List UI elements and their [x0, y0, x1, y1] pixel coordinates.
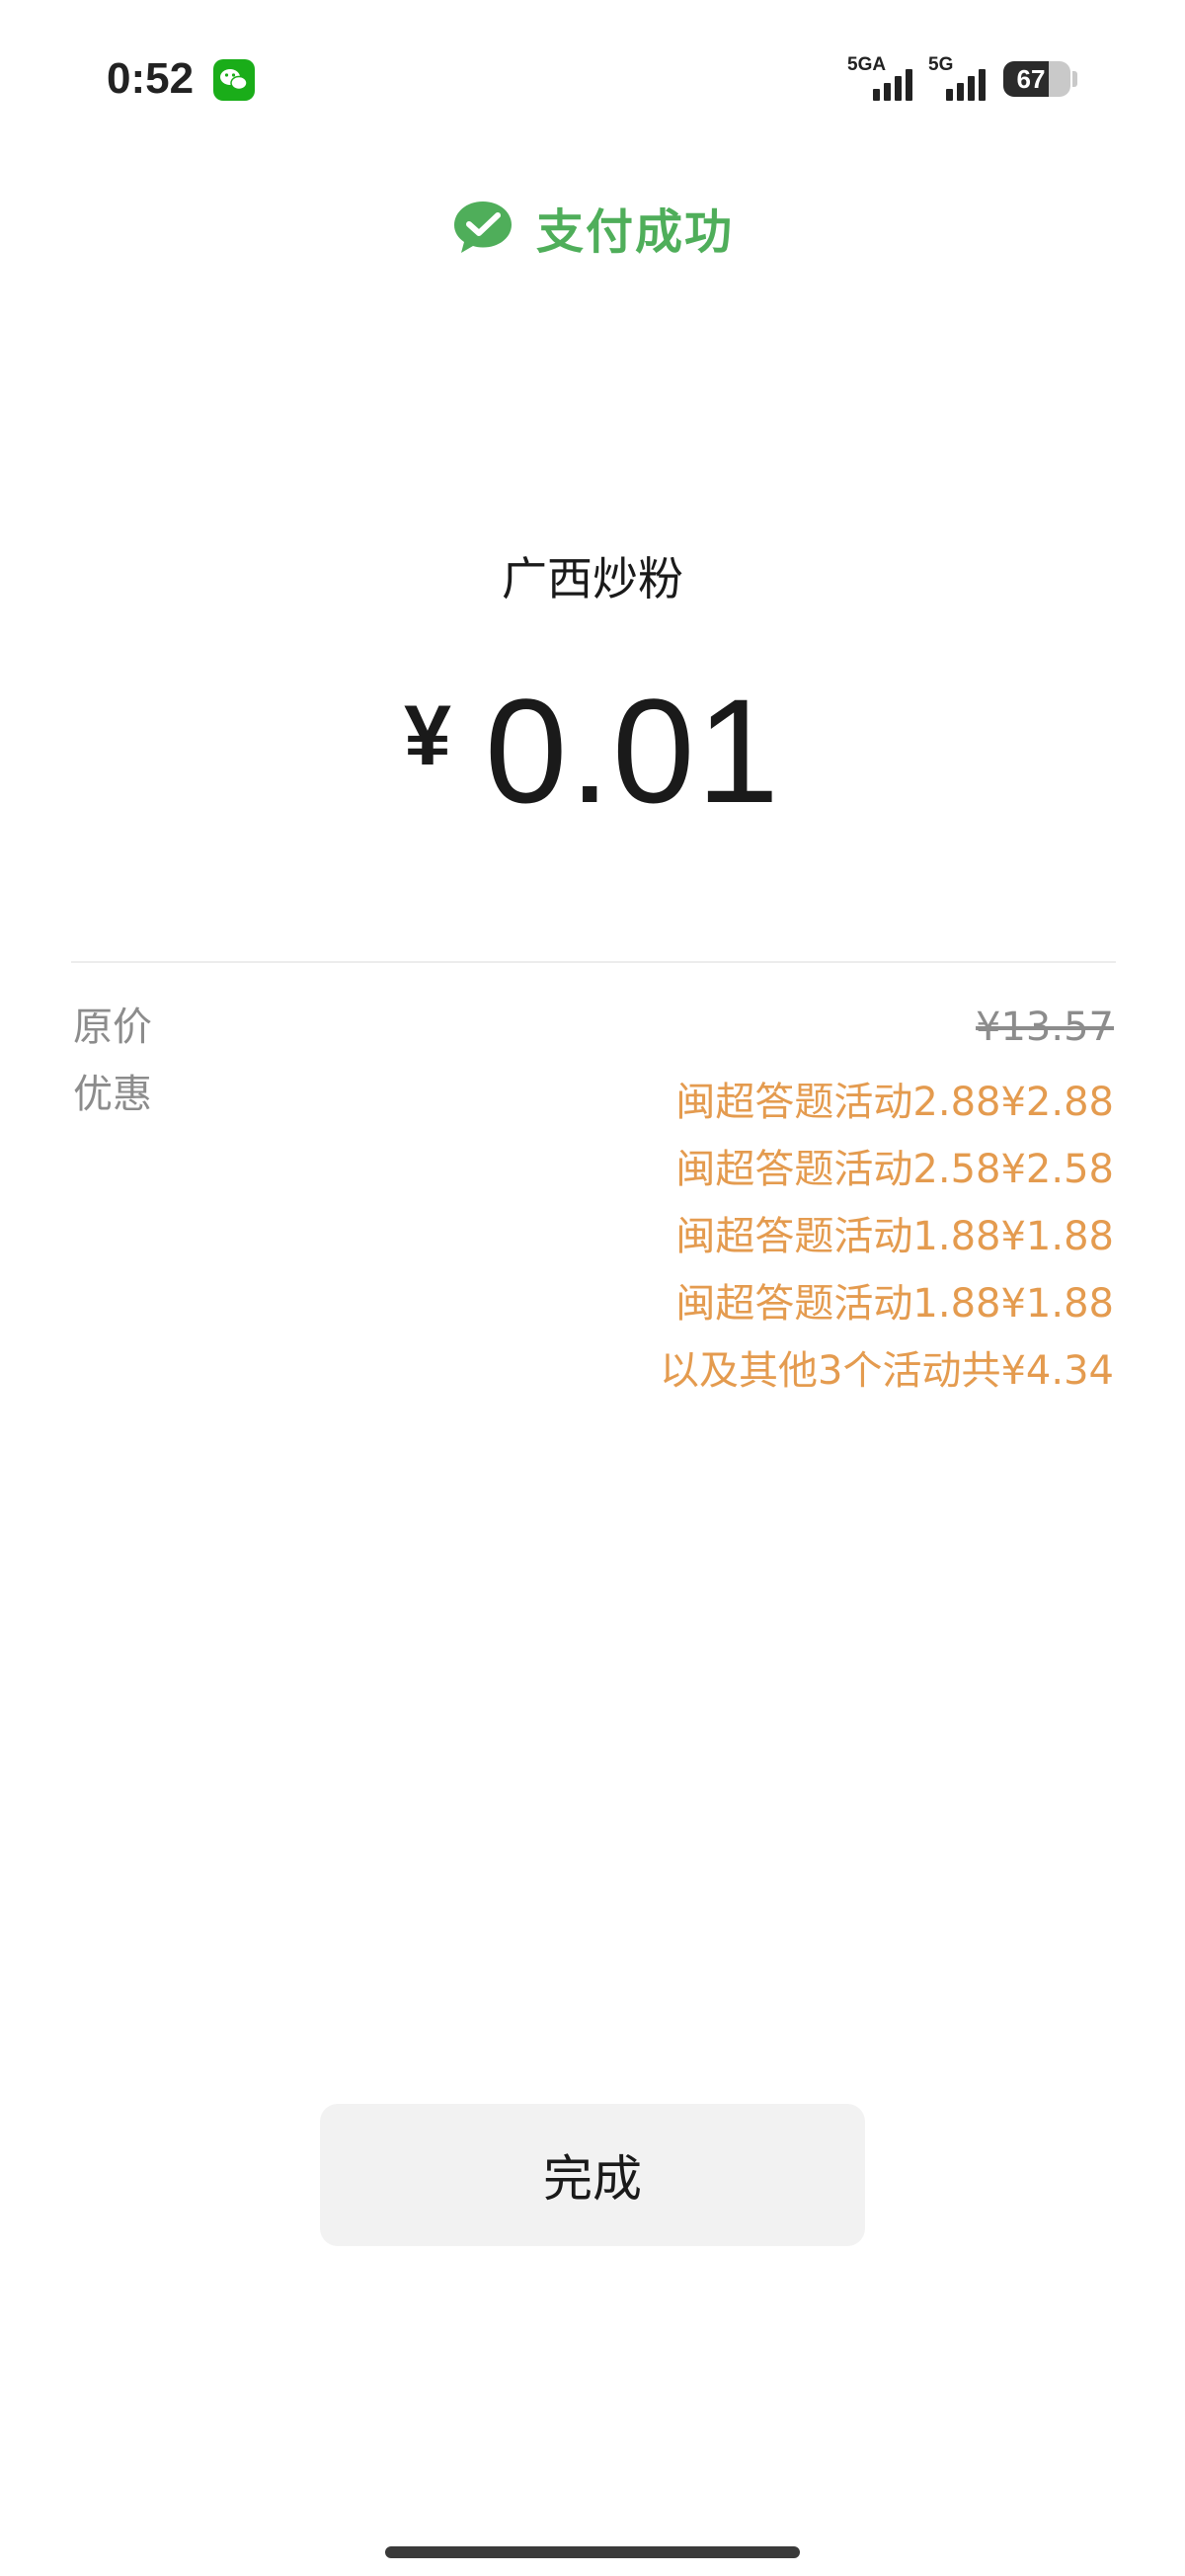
signal-strength-sim2-icon: 5G: [928, 51, 991, 101]
merchant-name: 广西炒粉: [502, 552, 683, 605]
home-indicator[interactable]: [385, 2546, 800, 2558]
discount-item: 闽超答题活动2.58¥2.58: [675, 1147, 1114, 1192]
original-price-label: 原价: [73, 1005, 152, 1050]
payment-success-header: 支付成功: [0, 193, 1185, 262]
original-price: ¥13.57: [976, 1005, 1114, 1050]
wechat-pay-check-icon: [453, 201, 512, 253]
payment-success-title: 支付成功: [535, 204, 734, 260]
discount-item: 闽超答题活动1.88¥1.88: [675, 1214, 1114, 1259]
status-time: 0:52: [107, 54, 195, 103]
divider: [71, 961, 1116, 963]
battery-tip: [1072, 71, 1077, 87]
battery-icon: 67: [1003, 61, 1070, 97]
status-bar: 0:52 5GA 5G 67: [0, 0, 1185, 158]
discount-label: 优惠: [73, 1072, 152, 1117]
wechat-icon: [213, 59, 255, 101]
discount-item: 闽超答题活动1.88¥1.88: [675, 1281, 1114, 1327]
discount-list: 闽超答题活动2.88¥2.88 闽超答题活动2.58¥2.58 闽超答题活动1.…: [660, 1069, 1114, 1405]
payment-amount: ¥0.01: [0, 662, 1185, 871]
discount-summary: 以及其他3个活动共¥4.34: [660, 1348, 1114, 1394]
discount-item: 闽超答题活动2.88¥2.88: [675, 1080, 1114, 1125]
signal-strength-sim1-icon: 5GA: [847, 51, 916, 101]
currency-symbol: ¥: [404, 688, 451, 783]
battery-level: 67: [1016, 64, 1046, 94]
done-button[interactable]: 完成: [320, 2104, 865, 2246]
amount-value: 0.01: [484, 668, 781, 834]
